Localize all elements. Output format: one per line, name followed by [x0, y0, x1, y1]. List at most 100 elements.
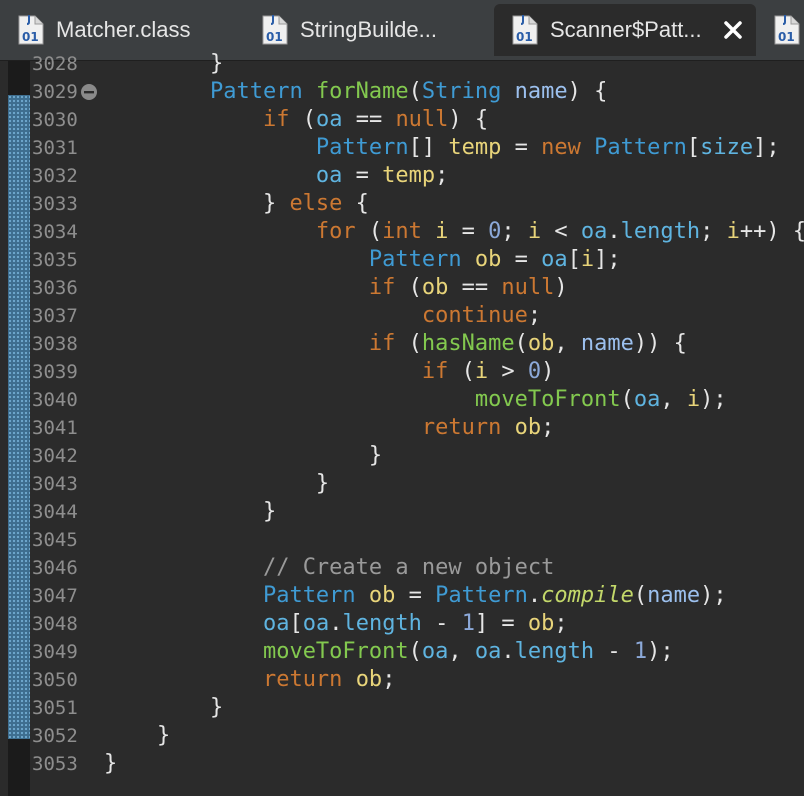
code-token-plain: ;: [435, 163, 449, 188]
tab-overflow[interactable]: 01: [756, 4, 804, 56]
code-token-plain: }: [104, 751, 118, 776]
code-line[interactable]: moveToFront(oa, oa.length - 1);: [104, 638, 674, 666]
code-token-type: Pattern: [594, 135, 687, 160]
code-token-plain: (: [355, 219, 383, 244]
code-token-plain: [: [567, 247, 581, 272]
code-token-type: Pattern: [262, 583, 356, 608]
code-line[interactable]: }: [104, 498, 276, 526]
code-line[interactable]: oa = temp;: [104, 162, 448, 190]
code-token-plain: }: [104, 723, 171, 748]
code-token-kw: int: [382, 219, 422, 244]
code-token-var: ob: [368, 583, 396, 608]
code-token-plain: (: [395, 331, 422, 356]
code-token-kw: new: [541, 135, 581, 160]
code-line[interactable]: continue;: [104, 302, 541, 330]
line-number: 3053: [32, 753, 78, 775]
code-token-kw: if: [368, 331, 396, 356]
code-line[interactable]: if (ob == null): [104, 274, 568, 302]
line-number: 3044: [32, 501, 78, 523]
code-line[interactable]: if (hasName(ob, name)) {: [104, 330, 687, 358]
code-token-method: moveToFront: [262, 639, 409, 664]
code-token-type: Pattern: [315, 135, 409, 160]
code-token-plain: =: [501, 135, 542, 160]
code-token-type: Pattern: [435, 583, 528, 608]
code-token-method: forName: [315, 79, 409, 104]
code-line[interactable]: }: [104, 470, 329, 498]
code-line[interactable]: }: [104, 694, 223, 722]
code-token-plain: ;: [527, 303, 542, 328]
line-number: 3031: [32, 137, 78, 159]
code-token-method: hasName: [421, 331, 515, 356]
code-line[interactable]: }: [104, 750, 117, 778]
class-file-icon: 01: [18, 15, 44, 45]
code-line[interactable]: }: [104, 442, 382, 470]
code-token-field: oa: [541, 247, 568, 272]
code-token-plain: .: [329, 611, 343, 636]
code-token-param: name: [647, 583, 701, 608]
fold-collapse-icon[interactable]: [80, 83, 98, 101]
code-line[interactable]: // Create a new object: [104, 554, 554, 582]
code-token-field: oa: [262, 611, 290, 636]
code-token-num: 0: [488, 219, 502, 244]
code-line[interactable]: oa[oa.length - 1] = ob;: [104, 610, 568, 638]
code-area[interactable]: } Pattern forName(String name) { if (oa …: [104, 51, 804, 796]
code-line[interactable]: Pattern[] temp = new Pattern[size];: [104, 134, 780, 162]
close-tab-button[interactable]: [722, 19, 744, 41]
line-number: 3042: [32, 445, 78, 467]
code-token-plain: }: [104, 471, 330, 496]
code-token-type: Pattern: [209, 79, 303, 104]
code-line[interactable]: moveToFront(oa, i);: [104, 386, 727, 414]
code-line[interactable]: if (i > 0): [104, 358, 555, 386]
code-line[interactable]: }: [104, 50, 223, 78]
code-token-plain: ++) {: [739, 219, 804, 244]
code-token-plain: <: [541, 219, 581, 244]
line-number: 3037: [32, 305, 78, 327]
code-token-plain: }: [104, 51, 224, 76]
code-line[interactable]: return ob;: [104, 414, 554, 442]
code-token-plain: ): [541, 359, 555, 384]
line-number: 3052: [32, 725, 78, 747]
code-line[interactable]: for (int i = 0; i < oa.length; i++) {: [104, 218, 804, 246]
code-token-plain: )) {: [633, 331, 687, 356]
tab-matcher-class[interactable]: 01 Matcher.class: [0, 4, 238, 56]
tab-scanner-pattern-cache[interactable]: 01 Scanner$Patt...: [494, 4, 756, 56]
code-line[interactable]: Pattern ob = oa[i];: [104, 246, 621, 274]
code-line[interactable]: } else {: [104, 190, 369, 218]
code-token-num: 1: [461, 611, 475, 636]
code-token-field: length: [342, 611, 422, 636]
line-number: 3050: [32, 669, 78, 691]
change-marker[interactable]: [8, 95, 30, 739]
code-token-var: ob: [527, 611, 555, 636]
code-line[interactable]: Pattern forName(String name) {: [104, 78, 607, 106]
code-token-var: i: [580, 247, 595, 272]
code-token-plain: {: [342, 191, 369, 216]
line-number: 3038: [32, 333, 78, 355]
code-token-type: String: [421, 79, 502, 104]
code-token-plain: ,: [554, 331, 581, 356]
code-line[interactable]: Pattern ob = Pattern.compile(name);: [104, 582, 727, 610]
code-token-plain: ;: [501, 219, 528, 244]
code-token-kw: continue: [421, 303, 528, 328]
code-editor[interactable]: 3028 3029 3030 3031 3032 3033 3034 3035 3036 3037…: [0, 51, 804, 796]
code-token-plain: (: [620, 387, 634, 412]
code-token-plain: ,: [660, 387, 687, 412]
code-line[interactable]: if (oa == null) {: [104, 106, 488, 134]
tab-stringbuilder-class[interactable]: 01 StringBuilde...: [244, 4, 494, 56]
code-token-var: i: [435, 219, 449, 244]
code-line[interactable]: return ob;: [104, 666, 395, 694]
line-number: 3039: [32, 361, 78, 383]
icon-badge-text: 01: [266, 30, 283, 44]
code-token-plain: );: [700, 387, 727, 412]
code-token-param: name: [514, 79, 568, 104]
code-token-plain: ];: [753, 135, 780, 160]
code-line[interactable]: }: [104, 722, 170, 750]
